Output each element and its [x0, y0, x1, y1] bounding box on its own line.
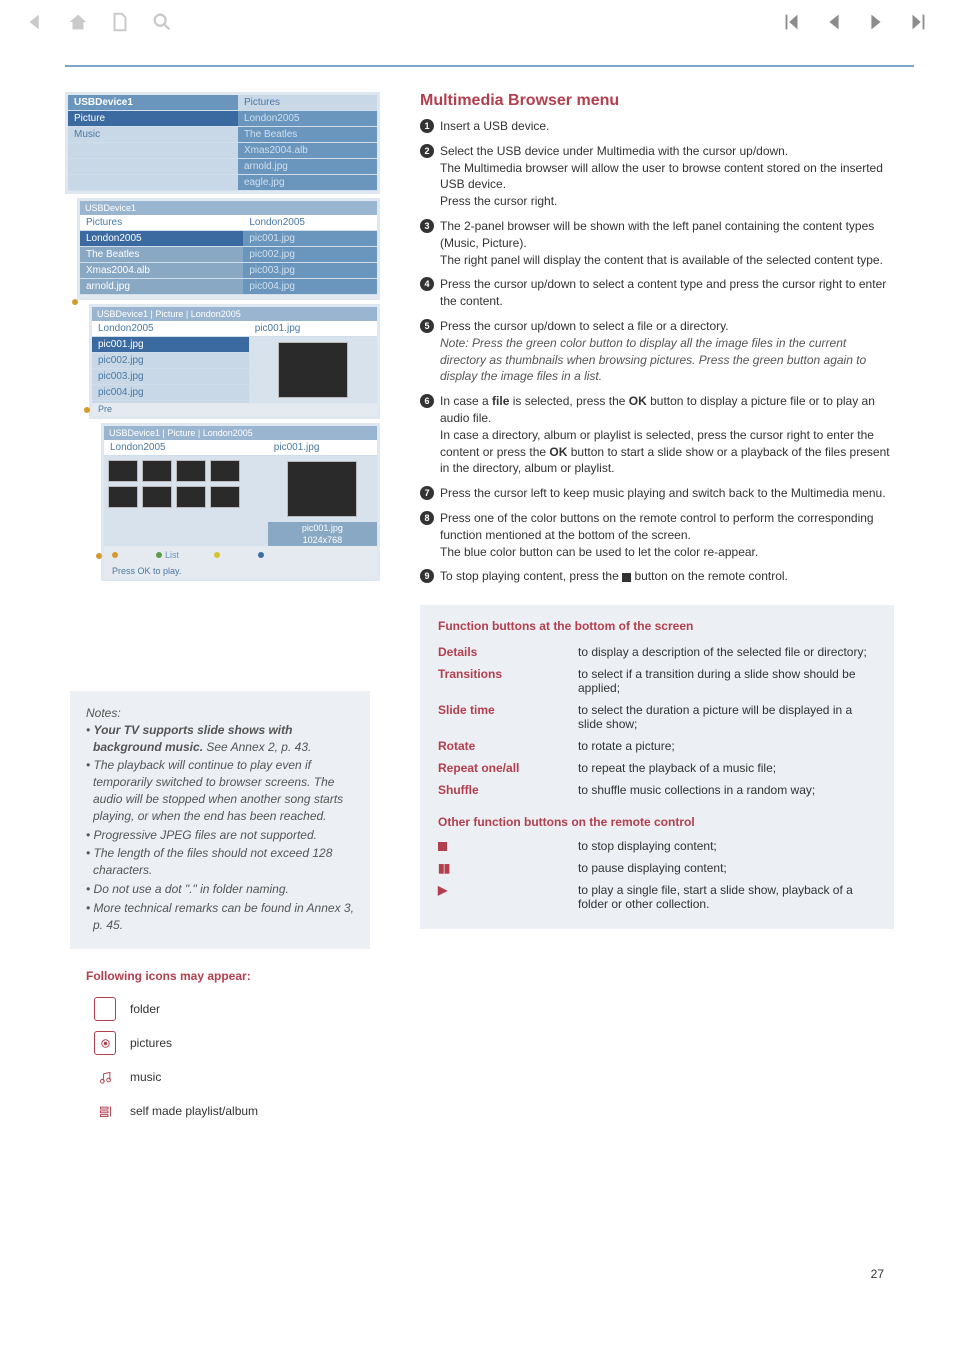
icons-heading: Following icons may appear: [86, 969, 380, 983]
pause-icon: ▮▮ [438, 861, 578, 875]
first-icon[interactable] [781, 11, 803, 39]
play-icon: ▶ [438, 883, 578, 911]
steps-list: 1Insert a USB device. 2Select the USB de… [420, 118, 894, 585]
icon-folder: folder [94, 997, 380, 1021]
icon-playlist: self made playlist/album [94, 1099, 380, 1123]
search-icon[interactable] [151, 11, 173, 39]
next-icon[interactable] [865, 11, 887, 39]
header-divider [65, 65, 914, 67]
stop-icon [622, 573, 631, 582]
notes-heading: Notes: [86, 705, 354, 722]
fn-title-1: Function buttons at the bottom of the sc… [438, 619, 876, 633]
browser-screenshots: USBDevice1 Picture Music Pictures London… [65, 92, 380, 581]
home-icon[interactable] [67, 11, 89, 39]
function-buttons-box: Function buttons at the bottom of the sc… [420, 605, 894, 929]
fn-title-2: Other function buttons on the remote con… [438, 815, 876, 829]
icon-music: music [94, 1065, 380, 1089]
fn-table: Detailsto display a description of the s… [438, 641, 876, 801]
page-number: 27 [871, 1267, 884, 1281]
back-icon[interactable] [25, 11, 47, 39]
top-toolbar [0, 0, 954, 40]
stop-icon [438, 842, 447, 851]
main-heading: Multimedia Browser menu [420, 92, 894, 110]
notes-box: Notes: Your TV supports slide shows with… [70, 691, 370, 949]
last-icon[interactable] [907, 11, 929, 39]
document-icon[interactable] [109, 11, 131, 39]
prev-icon[interactable] [823, 11, 845, 39]
icon-pictures: pictures [94, 1031, 380, 1055]
